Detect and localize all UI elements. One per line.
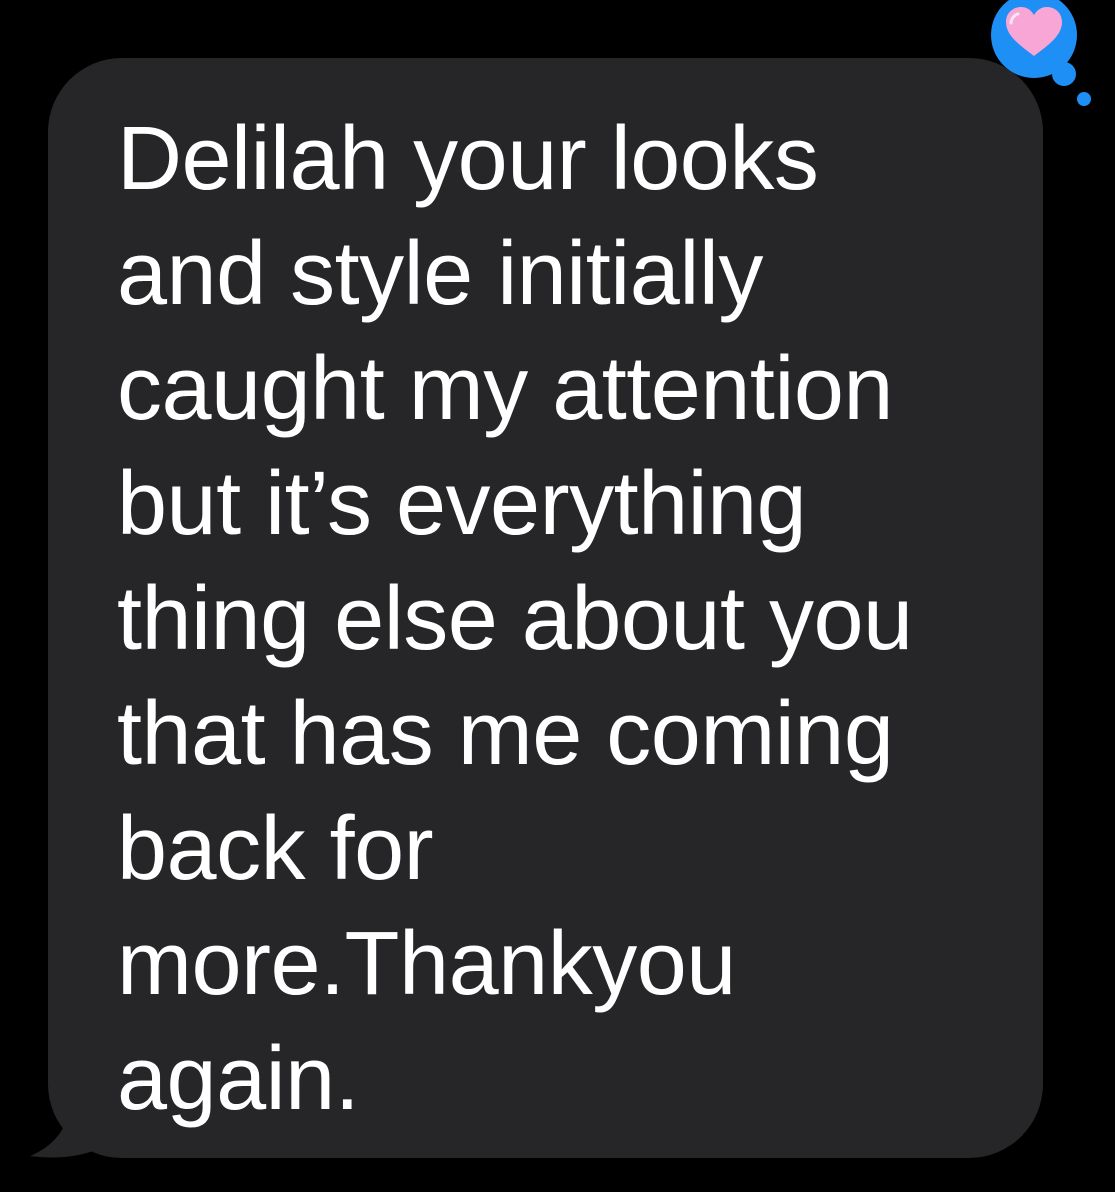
message-line: Delilah your looks	[117, 109, 819, 209]
message-line: but it’s everything	[117, 454, 807, 554]
tapback-bubble-dot-large	[1052, 62, 1076, 86]
message-line: that has me coming	[117, 684, 894, 784]
message-line: more.Thankyou	[117, 914, 736, 1014]
message-line: back for	[117, 799, 434, 899]
conversation-view: Delilah your looks and style initially c…	[0, 0, 1115, 1192]
message-text: Delilah your looks and style initially c…	[117, 102, 1017, 1137]
message-line: thing else about you	[117, 569, 913, 669]
tapback-bubble-dot-small	[1077, 92, 1091, 106]
message-line: caught my attention	[117, 339, 893, 439]
message-line: again.	[117, 1029, 360, 1129]
tapback-reaction[interactable]	[978, 0, 1103, 110]
message-line: and style initially	[117, 224, 763, 324]
